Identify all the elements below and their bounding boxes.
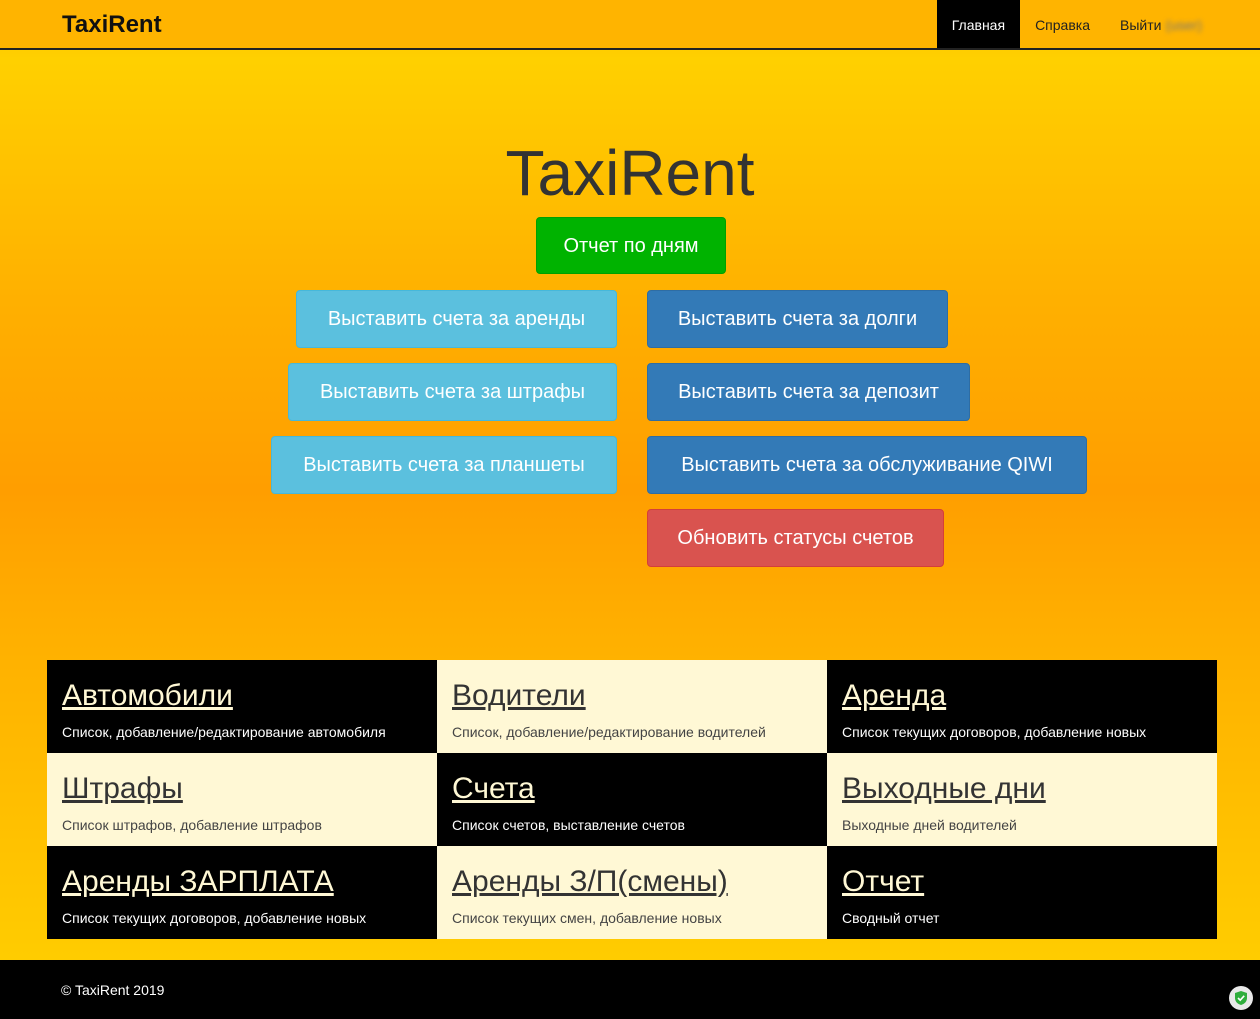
tile-report: Отчет Сводный отчет bbox=[827, 846, 1217, 939]
tile-drivers: Водители Список, добавление/редактирован… bbox=[437, 660, 827, 753]
tile-desc: Список, добавление/редактирование автомо… bbox=[62, 724, 386, 740]
invoice-debts-button[interactable]: Выставить счета за долги bbox=[647, 290, 948, 348]
tile-desc: Список штрафов, добавление штрафов bbox=[62, 817, 322, 833]
tile-cars: Автомобили Список, добавление/редактиров… bbox=[47, 660, 437, 753]
tile-days-off: Выходные дни Выходные дней водителей bbox=[827, 753, 1217, 846]
copyright-text: © TaxiRent 2019 bbox=[61, 982, 165, 998]
tile-title-drivers[interactable]: Водители bbox=[452, 678, 812, 714]
tile-rent-shifts: Аренды З/П(смены) Список текущих смен, д… bbox=[437, 846, 827, 939]
section-tiles: Автомобили Список, добавление/редактиров… bbox=[47, 660, 1217, 939]
tile-title-days-off[interactable]: Выходные дни bbox=[842, 771, 1202, 807]
brand-logo[interactable]: TaxiRent bbox=[62, 11, 162, 39]
invoice-deposit-button[interactable]: Выставить счета за депозит bbox=[647, 363, 970, 421]
tile-desc: Список счетов, выставление счетов bbox=[452, 817, 685, 833]
tile-rent-salary: Аренды ЗАРПЛАТА Список текущих договоров… bbox=[47, 846, 437, 939]
invoice-qiwi-button[interactable]: Выставить счета за обслуживание QIWI bbox=[647, 436, 1087, 494]
invoice-rent-button[interactable]: Выставить счета за аренды bbox=[296, 290, 617, 348]
refresh-statuses-button[interactable]: Обновить статусы счетов bbox=[647, 509, 944, 567]
tile-rent: Аренда Список текущих договоров, добавле… bbox=[827, 660, 1217, 753]
tile-desc: Сводный отчет bbox=[842, 910, 940, 926]
invoice-tablets-button[interactable]: Выставить счета за планшеты bbox=[271, 436, 617, 494]
nav-menu: Главная Справка Выйти (user) bbox=[936, 0, 1260, 48]
daily-report-button[interactable]: Отчет по дням bbox=[536, 217, 726, 274]
tile-desc: Список текущих смен, добавление новых bbox=[452, 910, 722, 926]
tile-fines: Штрафы Список штрафов, добавление штрафо… bbox=[47, 753, 437, 846]
tile-title-cars[interactable]: Автомобили bbox=[62, 678, 422, 714]
invoice-fines-button[interactable]: Выставить счета за штрафы bbox=[288, 363, 617, 421]
tile-title-rent-shifts[interactable]: Аренды З/П(смены) bbox=[452, 864, 812, 900]
tile-invoices: Счета Список счетов, выставление счетов bbox=[437, 753, 827, 846]
user-name-blurred: (user) bbox=[1165, 17, 1202, 33]
tile-desc: Выходные дней водителей bbox=[842, 817, 1017, 833]
tile-title-fines[interactable]: Штрафы bbox=[62, 771, 422, 807]
nav-item-logout[interactable]: Выйти (user) bbox=[1105, 0, 1260, 48]
tile-title-rent-salary[interactable]: Аренды ЗАРПЛАТА bbox=[62, 864, 422, 900]
nav-item-help[interactable]: Справка bbox=[1020, 0, 1105, 48]
footer: © TaxiRent 2019 bbox=[0, 960, 1260, 1019]
navbar: TaxiRent Главная Справка Выйти (user) bbox=[0, 0, 1260, 50]
tile-desc: Список текущих договоров, добавление нов… bbox=[62, 910, 367, 926]
page-title: TaxiRent bbox=[505, 137, 755, 209]
tile-title-invoices[interactable]: Счета bbox=[452, 771, 812, 807]
tile-desc: Список текущих договоров, добавление нов… bbox=[842, 724, 1147, 740]
shield-check-icon[interactable] bbox=[1229, 986, 1253, 1010]
tile-desc: Список, добавление/редактирование водите… bbox=[452, 724, 766, 740]
nav-item-home[interactable]: Главная bbox=[936, 0, 1021, 48]
logout-label: Выйти bbox=[1119, 17, 1162, 33]
tile-title-rent[interactable]: Аренда bbox=[842, 678, 1202, 714]
tile-title-report[interactable]: Отчет bbox=[842, 864, 1202, 900]
